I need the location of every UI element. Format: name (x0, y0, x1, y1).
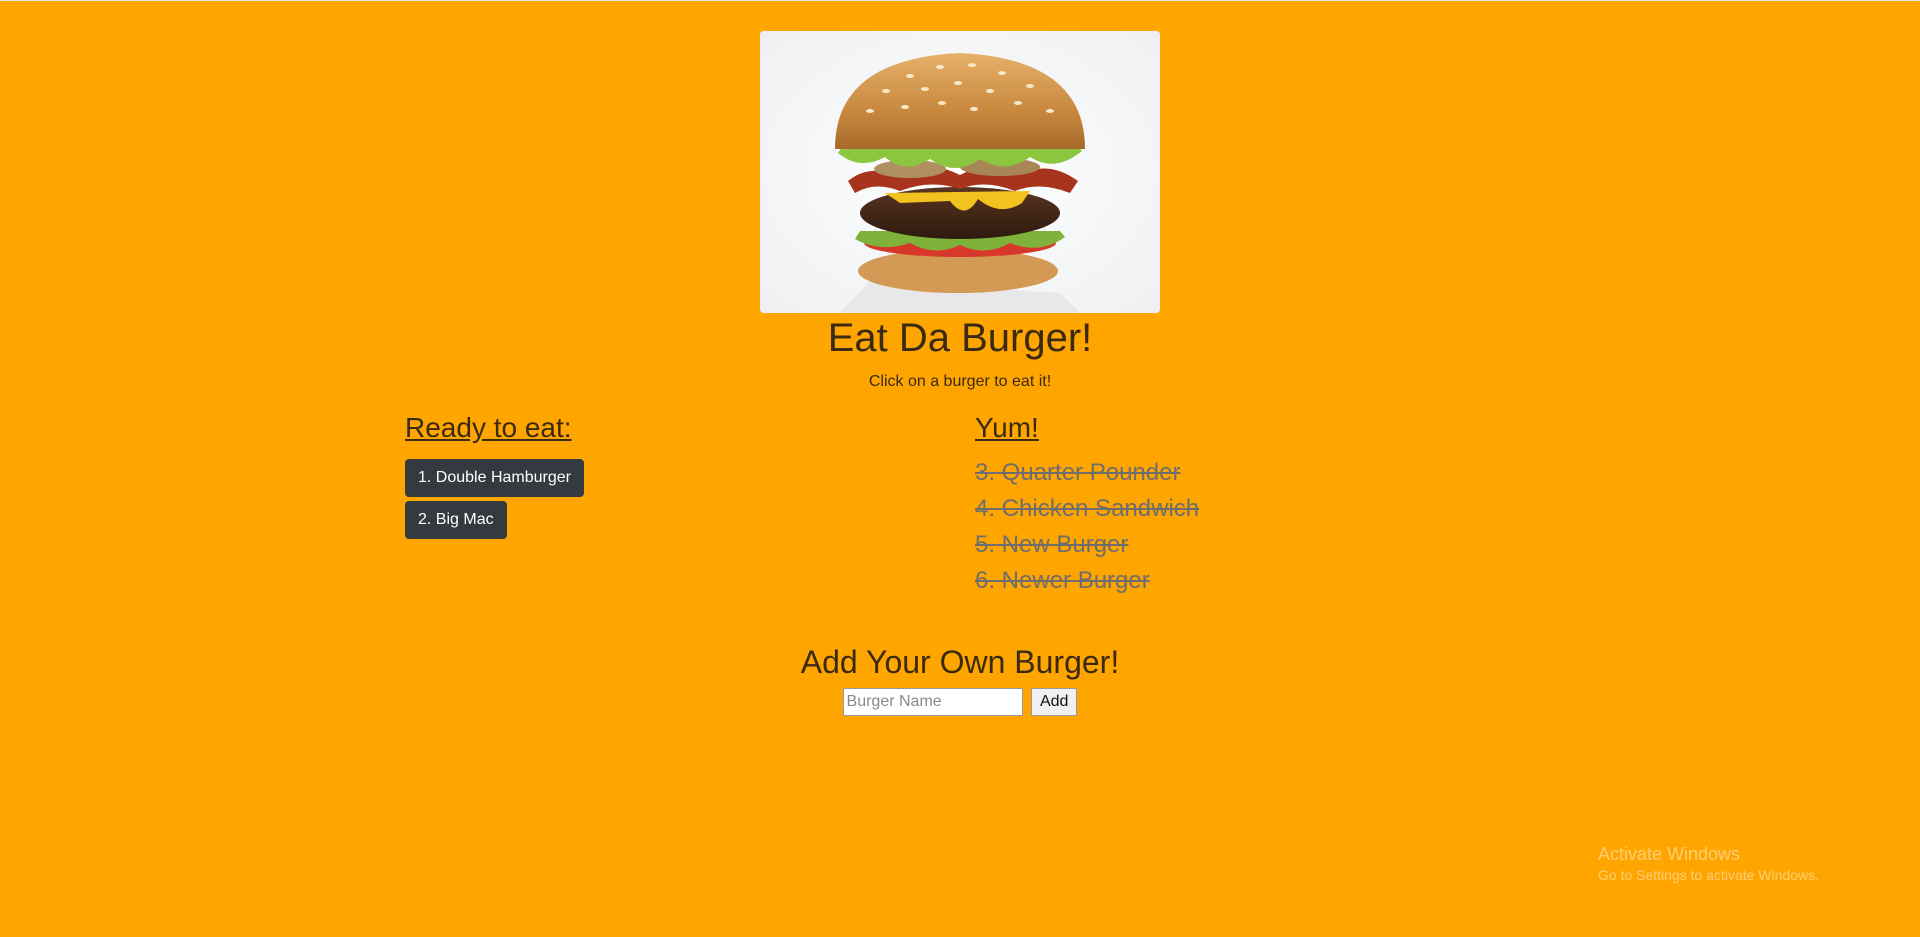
add-burger-button[interactable]: Add (1030, 688, 1078, 716)
devour-burger-button[interactable]: 1. Double Hamburger (405, 459, 584, 497)
page-title: Eat Da Burger! (827, 316, 1093, 360)
add-burger-form: Add (0, 688, 1920, 716)
eaten-burger-item: 6. Newer Burger (975, 567, 1150, 594)
ready-heading: Ready to eat: (405, 412, 572, 443)
ready-to-eat-section: Ready to eat: 1. Double Hamburger 2. Big… (405, 409, 925, 539)
watermark-title: Activate Windows (1598, 844, 1741, 864)
burger-name-input[interactable] (842, 688, 1023, 716)
top-border (0, 0, 1920, 1)
eaten-burger-item: 3. Quarter Pounder (975, 459, 1181, 486)
page-subtitle: Click on a burger to eat it! (868, 373, 1052, 390)
eaten-burger-item: 4. Chicken Sandwich (975, 495, 1200, 522)
burger-image (760, 31, 1160, 313)
watermark-subtitle: Go to Settings to activate Windows. (1598, 867, 1819, 883)
eaten-burger-list: 3. Quarter Pounder 4. Chicken Sandwich 5… (975, 455, 1495, 599)
eaten-heading: Yum! (975, 412, 1039, 443)
ready-burger-list: 1. Double Hamburger 2. Big Mac (405, 451, 925, 539)
add-burger-heading: Add Your Own Burger! (800, 644, 1120, 680)
eaten-burger-item: 5. New Burger (975, 531, 1129, 558)
activate-windows-watermark: Activate Windows Go to Settings to activ… (1598, 843, 1819, 885)
devour-burger-button[interactable]: 2. Big Mac (405, 501, 507, 539)
eaten-section: Yum! 3. Quarter Pounder 4. Chicken Sandw… (975, 409, 1495, 599)
